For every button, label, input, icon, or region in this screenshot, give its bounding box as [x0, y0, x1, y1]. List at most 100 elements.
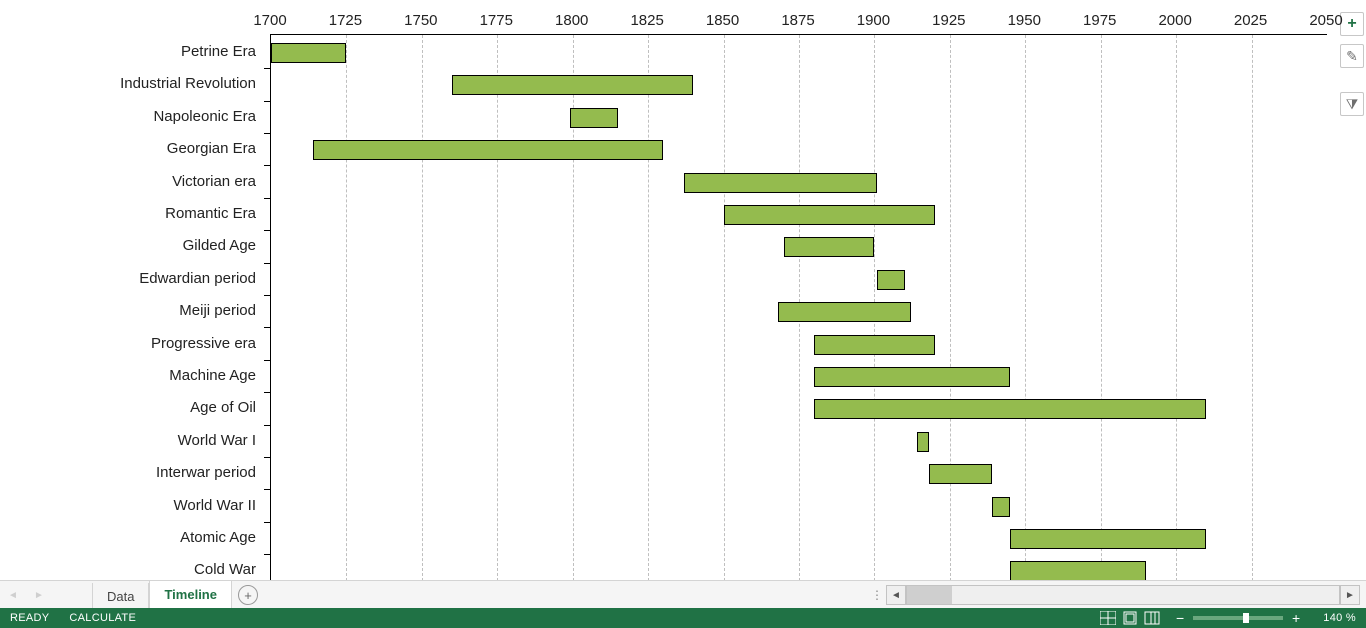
- y-tick: [264, 133, 270, 134]
- y-tick: [264, 554, 270, 555]
- category-label: Victorian era: [6, 173, 256, 190]
- chart-filter-button[interactable]: ⧩: [1340, 92, 1364, 116]
- x-tick: 1775: [480, 12, 513, 29]
- bar[interactable]: [570, 108, 618, 128]
- bar[interactable]: [1010, 561, 1146, 581]
- category-label: World War I: [6, 432, 256, 449]
- category-label: Meiji period: [6, 302, 256, 319]
- plus-icon: +: [1347, 15, 1356, 33]
- gridline: [497, 35, 498, 581]
- horizontal-scrollbar[interactable]: ⋮ ◄ ►: [870, 581, 1366, 609]
- add-sheet-button[interactable]: +: [232, 581, 264, 609]
- category-label: Georgian Era: [6, 140, 256, 157]
- scroll-track[interactable]: [906, 585, 1340, 605]
- y-tick: [264, 101, 270, 102]
- view-page-layout-button[interactable]: [1119, 608, 1141, 628]
- category-label: Petrine Era: [6, 43, 256, 60]
- sheet-tab-data[interactable]: Data: [92, 583, 149, 610]
- y-tick: [264, 295, 270, 296]
- x-tick: 1700: [253, 12, 286, 29]
- bar[interactable]: [724, 205, 935, 225]
- scroll-thumb[interactable]: [907, 586, 952, 604]
- y-tick: [264, 165, 270, 166]
- bar[interactable]: [917, 432, 929, 452]
- x-tick: 1975: [1083, 12, 1116, 29]
- zoom-thumb[interactable]: [1243, 613, 1249, 623]
- y-tick: [264, 327, 270, 328]
- sheet-tab-timeline[interactable]: Timeline: [149, 581, 232, 610]
- x-tick: 1950: [1008, 12, 1041, 29]
- y-tick: [264, 230, 270, 231]
- status-calculate[interactable]: CALCULATE: [59, 612, 146, 624]
- gridline: [422, 35, 423, 581]
- category-label: Gilded Age: [6, 237, 256, 254]
- filter-icon: ⧩: [1346, 96, 1359, 113]
- bar[interactable]: [313, 140, 663, 160]
- sheet-tab-row: ◄ ► DataTimeline + ⋮ ◄ ►: [0, 580, 1366, 609]
- view-normal-button[interactable]: [1097, 608, 1119, 628]
- x-tick: 2050: [1309, 12, 1342, 29]
- gridline: [1176, 35, 1177, 581]
- brush-icon: ✎: [1346, 48, 1358, 65]
- category-label: Atomic Age: [6, 529, 256, 546]
- bar[interactable]: [992, 497, 1010, 517]
- category-label: Industrial Revolution: [6, 75, 256, 92]
- zoom-out-button[interactable]: −: [1173, 610, 1187, 626]
- grid-icon: [1100, 611, 1116, 625]
- chart-area[interactable]: + ✎ ⧩ 1700172517501775180018251850187519…: [0, 0, 1366, 580]
- zoom-in-button[interactable]: +: [1289, 610, 1303, 626]
- bar[interactable]: [684, 173, 877, 193]
- y-axis-labels: Petrine EraIndustrial RevolutionNapoleon…: [0, 34, 270, 580]
- view-page-break-button[interactable]: [1141, 608, 1163, 628]
- y-tick: [264, 263, 270, 264]
- x-axis: 1700172517501775180018251850187519001925…: [270, 12, 1326, 34]
- bar[interactable]: [814, 367, 1010, 387]
- zoom-slider[interactable]: [1193, 616, 1283, 620]
- plus-icon: +: [244, 589, 252, 602]
- bar[interactable]: [784, 237, 875, 257]
- status-ready: READY: [0, 612, 59, 624]
- x-tick: 2000: [1158, 12, 1191, 29]
- tab-nav-next[interactable]: ►: [26, 581, 52, 609]
- gridline: [1025, 35, 1026, 581]
- scroll-left-button[interactable]: ◄: [886, 585, 906, 605]
- category-label: Machine Age: [6, 367, 256, 384]
- page-break-icon: [1144, 611, 1160, 625]
- chart-elements-button[interactable]: +: [1340, 12, 1364, 36]
- category-label: Edwardian period: [6, 270, 256, 287]
- y-tick: [264, 360, 270, 361]
- x-tick: 1800: [555, 12, 588, 29]
- zoom-label[interactable]: 140 %: [1313, 612, 1366, 624]
- gridline: [346, 35, 347, 581]
- zoom-control[interactable]: − +: [1163, 610, 1313, 626]
- category-label: Romantic Era: [6, 205, 256, 222]
- y-tick: [264, 425, 270, 426]
- gridline: [724, 35, 725, 581]
- bar[interactable]: [814, 399, 1206, 419]
- tab-nav-prev[interactable]: ◄: [0, 581, 26, 609]
- y-tick: [264, 457, 270, 458]
- category-label: Cold War: [6, 561, 256, 578]
- y-tick: [264, 489, 270, 490]
- scroll-right-button[interactable]: ►: [1340, 585, 1360, 605]
- chart-styles-button[interactable]: ✎: [1340, 44, 1364, 68]
- bar[interactable]: [929, 464, 992, 484]
- category-label: Age of Oil: [6, 399, 256, 416]
- bar[interactable]: [1010, 529, 1206, 549]
- bar[interactable]: [877, 270, 904, 290]
- gridline: [1101, 35, 1102, 581]
- category-label: Progressive era: [6, 335, 256, 352]
- x-tick: 1925: [932, 12, 965, 29]
- bar[interactable]: [452, 75, 693, 95]
- x-tick: 1750: [404, 12, 437, 29]
- bar[interactable]: [814, 335, 935, 355]
- x-tick: 1875: [781, 12, 814, 29]
- x-tick: 1825: [630, 12, 663, 29]
- plot-area[interactable]: [270, 34, 1327, 581]
- gridline: [648, 35, 649, 581]
- x-tick: 2025: [1234, 12, 1267, 29]
- bar[interactable]: [778, 302, 911, 322]
- bar[interactable]: [271, 43, 346, 63]
- y-tick: [264, 198, 270, 199]
- gridline: [950, 35, 951, 581]
